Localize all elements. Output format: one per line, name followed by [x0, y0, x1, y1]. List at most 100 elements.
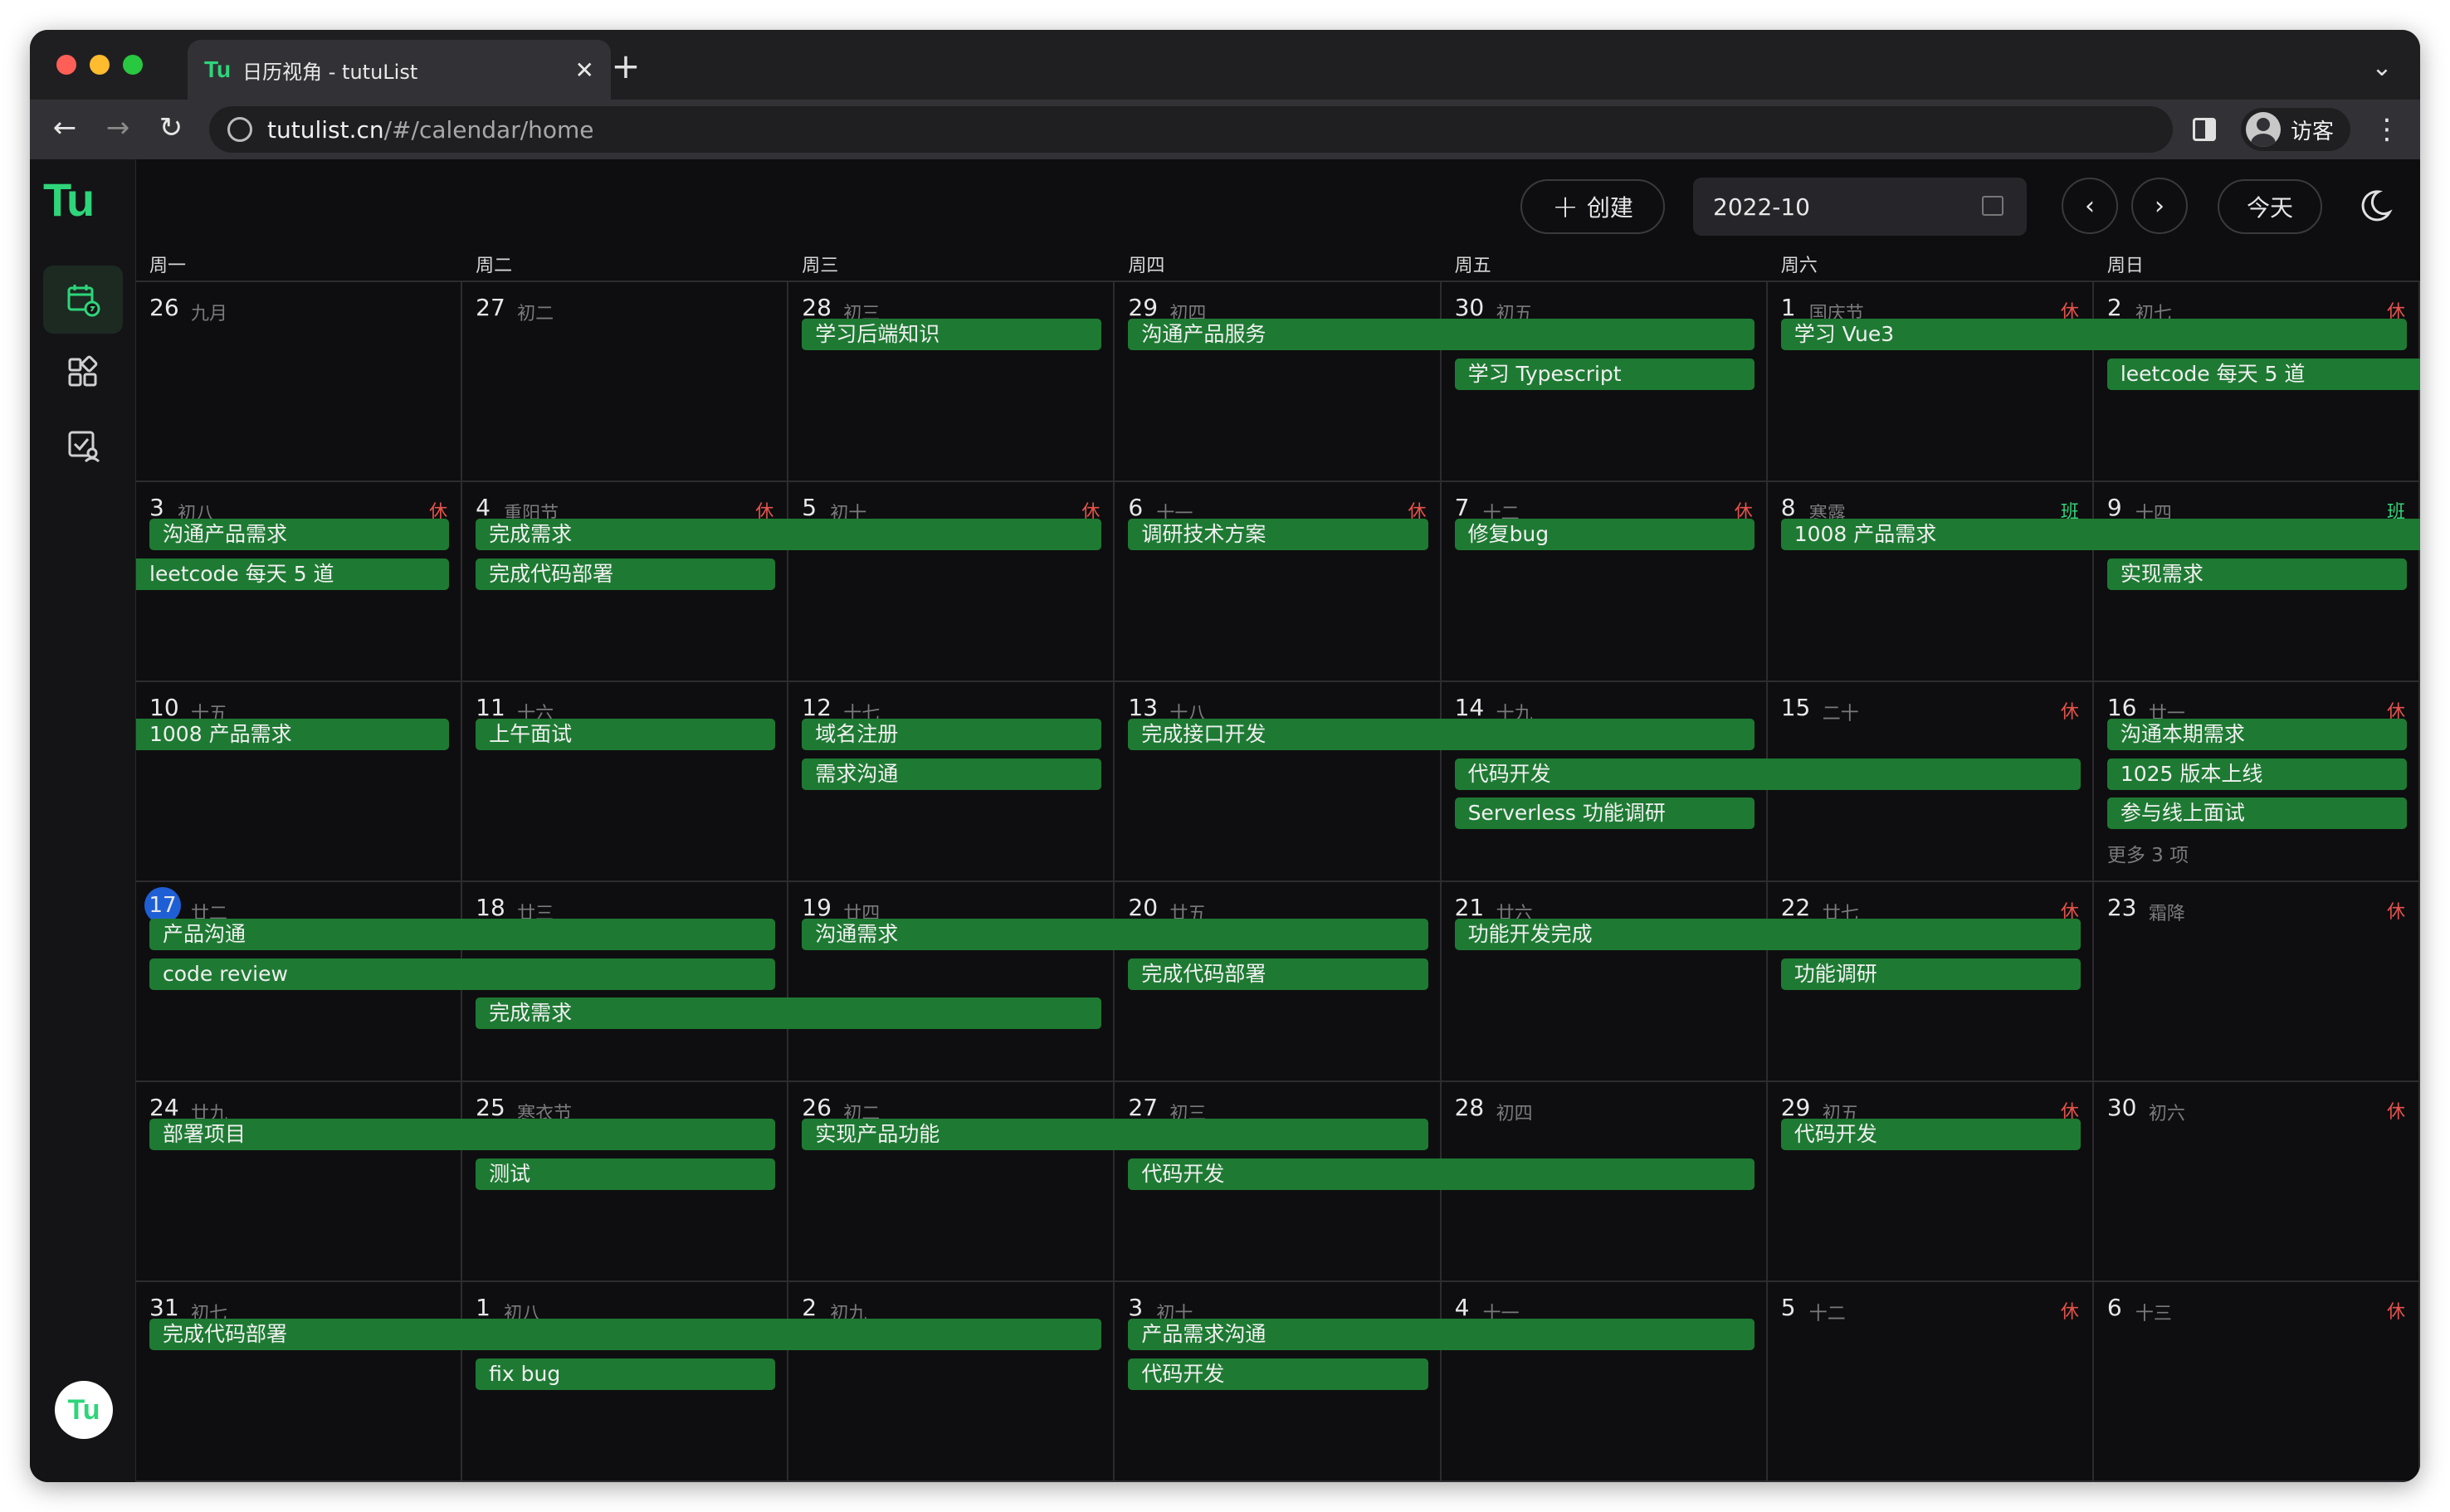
event-bar[interactable]: Serverless 功能调研	[1454, 797, 1755, 829]
day-cell[interactable]: 31 初七	[136, 1282, 463, 1482]
month-picker[interactable]: 2022-10	[1693, 178, 2027, 236]
event-bar[interactable]: 沟通产品服务	[1128, 319, 1755, 350]
day-cell[interactable]: 27 初二	[462, 282, 789, 482]
event-bar[interactable]: 代码开发	[1128, 1358, 1428, 1390]
more-events-link[interactable]: 更多 3 项	[2107, 839, 2189, 867]
event-bar[interactable]: 测试	[476, 1158, 776, 1190]
url-path: /#/calendar/home	[383, 115, 594, 144]
holiday-badge: 休	[2386, 1102, 2405, 1123]
tab-search-chevron-icon[interactable]: ⌄	[2359, 45, 2405, 91]
day-cell[interactable]: 30 初六 休	[2094, 1082, 2420, 1282]
sidebar-item-tasks[interactable]	[43, 412, 123, 480]
day-cell[interactable]: 24 廿九	[136, 1082, 463, 1282]
day-cell[interactable]: 26 九月	[136, 282, 463, 482]
event-bar[interactable]: 完成接口开发	[1128, 719, 1755, 750]
day-cell[interactable]: 5 初十休	[788, 482, 1115, 682]
event-bar[interactable]: 部署项目	[149, 1119, 776, 1150]
day-cell[interactable]: 21 廿六	[1442, 882, 1768, 1082]
event-bar[interactable]: 产品需求沟通	[1128, 1319, 1755, 1350]
event-bar[interactable]: 代码开发	[1454, 758, 2081, 790]
event-bar[interactable]: 上午面试	[476, 719, 776, 750]
event-bar[interactable]: 完成代码部署	[476, 558, 776, 590]
event-bar[interactable]: code review	[149, 958, 776, 990]
day-cell[interactable]: 7 十二休	[1442, 482, 1768, 682]
reload-icon[interactable]: ↻	[148, 105, 194, 151]
event-bar[interactable]: 完成需求	[476, 519, 1102, 550]
event-bar[interactable]: 学习 Vue3	[1780, 319, 2407, 350]
day-cell[interactable]: 4 十一	[1442, 1282, 1768, 1482]
event-bar[interactable]: 完成需求	[476, 997, 1102, 1029]
address-bar[interactable]: tutulist.cn /#/calendar/home	[209, 106, 2173, 153]
event-bar[interactable]: 沟通需求	[802, 919, 1428, 950]
event-bar[interactable]: 实现产品功能	[802, 1119, 1428, 1150]
day-cell[interactable]: 13 十八	[1115, 682, 1442, 882]
sidebar-item-apps[interactable]	[43, 339, 123, 407]
next-month-button[interactable]: ›	[2131, 178, 2188, 234]
event-bar[interactable]: 学习 Typescript	[1454, 358, 1755, 390]
new-tab-button[interactable]: +	[603, 45, 649, 91]
event-bar[interactable]: 1008 产品需求	[1780, 519, 2420, 550]
date-number: 1	[476, 1294, 490, 1321]
event-bar[interactable]: 代码开发	[1128, 1158, 1755, 1190]
theme-toggle-button[interactable]	[2347, 178, 2404, 234]
profile-button[interactable]: 访客	[2240, 108, 2350, 151]
minimize-window-button[interactable]	[90, 55, 110, 75]
back-icon[interactable]: ←	[41, 105, 88, 151]
day-cell[interactable]: 8 寒露班	[1768, 482, 2094, 682]
site-info-icon[interactable]	[227, 117, 252, 142]
day-cell[interactable]: 29 初五休	[1768, 1082, 2094, 1282]
create-button[interactable]: + 创建	[1520, 179, 1665, 234]
week-row: 31 初七 1 初八 2 初九 3 初十 4 十一 5 十二休 6 十三休完成代码部署 产品需求沟通 fix …	[136, 1282, 2420, 1482]
event-bar[interactable]: 沟通产品需求	[149, 519, 450, 550]
prev-month-button[interactable]: ‹	[2062, 178, 2118, 234]
event-bar[interactable]: leetcode 每天 5 道	[2106, 358, 2420, 390]
event-bar[interactable]: 产品沟通	[149, 919, 776, 950]
event-bar[interactable]: leetcode 每天 5 道	[136, 558, 450, 590]
day-cell[interactable]: 6 十一休	[1115, 482, 1442, 682]
event-bar[interactable]: 修复bug	[1454, 519, 1755, 550]
event-bar[interactable]: 域名注册	[802, 719, 1102, 750]
event-bar[interactable]: 代码开发	[1780, 1119, 2081, 1150]
event-bar[interactable]: 1008 产品需求	[136, 719, 450, 750]
day-cell[interactable]: 11 十六	[462, 682, 789, 882]
day-cell[interactable]: 26 初二	[788, 1082, 1115, 1282]
forward-icon[interactable]: →	[95, 105, 141, 151]
user-avatar[interactable]: Tu	[55, 1381, 113, 1439]
side-panel-icon[interactable]	[2192, 118, 2216, 141]
day-cell[interactable]: 19 廿四	[788, 882, 1115, 1082]
event-bar[interactable]: 完成代码部署	[149, 1319, 1102, 1350]
browser-tab[interactable]: Tu 日历视角 - tutuList ✕	[188, 40, 611, 100]
sidebar-item-calendar[interactable]	[43, 266, 123, 334]
event-bar[interactable]: 1025 版本上线	[2106, 758, 2407, 790]
day-cell[interactable]: 5 十二 休	[1768, 1282, 2094, 1482]
date-number: 19	[802, 894, 832, 921]
close-window-button[interactable]	[56, 55, 76, 75]
event-bar[interactable]: 功能开发完成	[1454, 919, 2081, 950]
lunar-date: 初四	[1496, 1104, 1533, 1124]
event-bar[interactable]: 实现需求	[2106, 558, 2407, 590]
maximize-window-button[interactable]	[123, 55, 143, 75]
event-bar[interactable]: 沟通本期需求	[2106, 719, 2407, 750]
day-cell[interactable]: 29 初四	[1115, 282, 1442, 482]
date-number: 7	[1454, 494, 1470, 521]
event-bar[interactable]: 完成代码部署	[1128, 958, 1428, 990]
day-cell[interactable]: 28 初三	[788, 282, 1115, 482]
day-cell[interactable]: 2 初九	[788, 1282, 1115, 1482]
date-number: 18	[476, 894, 505, 921]
event-bar[interactable]: fix bug	[476, 1358, 776, 1390]
browser-menu-icon[interactable]: ⋮	[2370, 113, 2404, 146]
tab-close-icon[interactable]: ✕	[575, 56, 594, 84]
weekday-header: 周一 周二 周三 周四 周五 周六 周日	[136, 251, 2420, 282]
event-bar[interactable]: 需求沟通	[802, 758, 1102, 790]
date-number: 3	[149, 494, 164, 521]
today-button[interactable]: 今天	[2218, 179, 2322, 234]
event-bar[interactable]: 功能调研	[1780, 958, 2081, 990]
event-bar[interactable]: 调研技术方案	[1128, 519, 1428, 550]
day-cell[interactable]: 10 十五	[136, 682, 463, 882]
date-number: 29	[1128, 294, 1159, 321]
day-cell[interactable]: 1 国庆节休	[1768, 282, 2094, 482]
event-bar[interactable]: 学习后端知识	[802, 319, 1102, 350]
event-bar[interactable]: 参与线上面试	[2106, 797, 2407, 829]
day-cell[interactable]: 6 十三 休	[2094, 1282, 2420, 1482]
day-cell[interactable]: 23 霜降 休	[2094, 882, 2420, 1082]
